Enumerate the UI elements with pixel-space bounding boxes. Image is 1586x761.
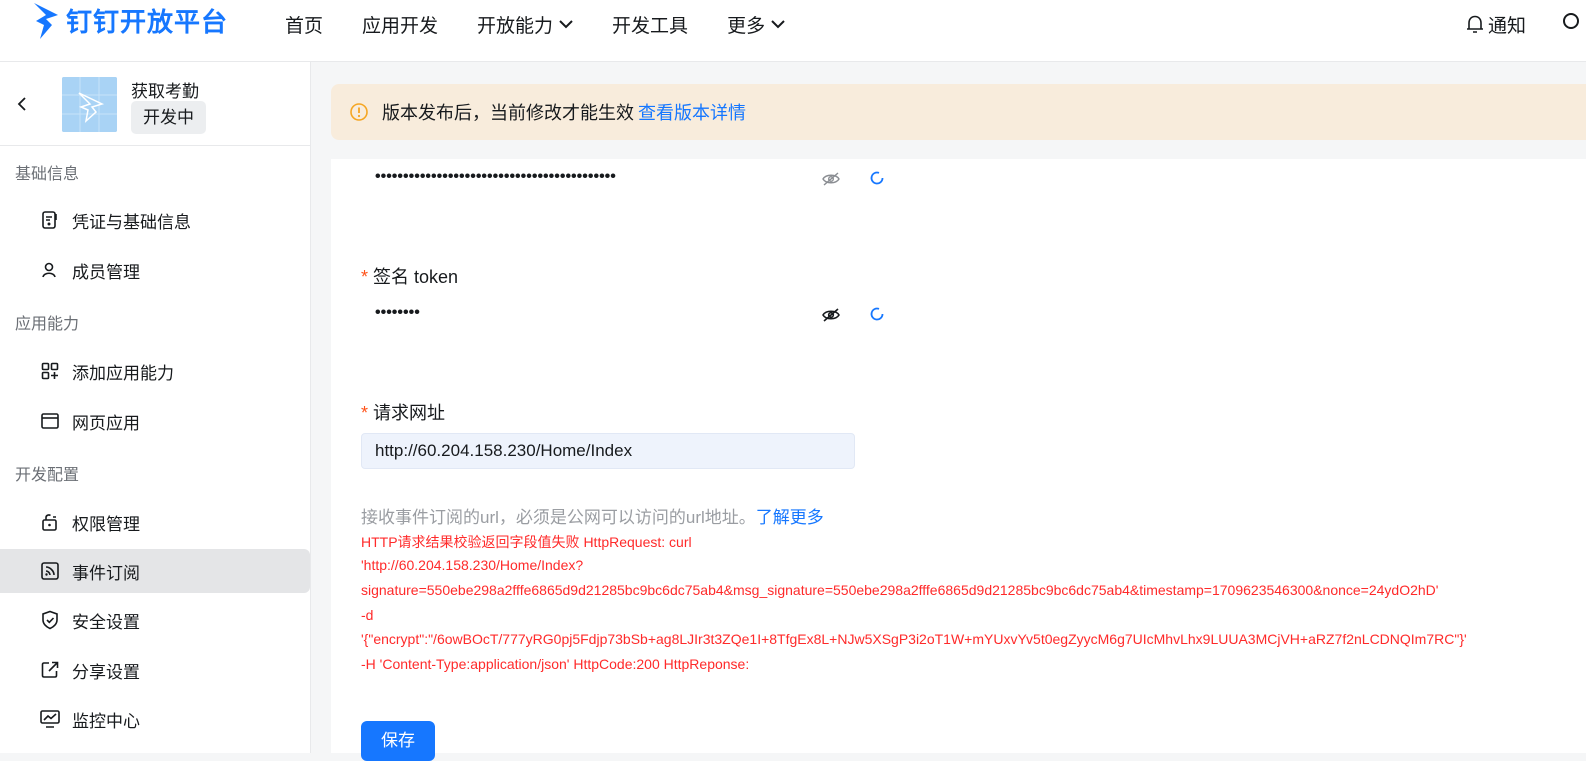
- section-dev-config: 开发配置: [15, 467, 80, 484]
- sidebar-item-web-app[interactable]: 网页应用: [0, 399, 310, 443]
- logo-text: 钉钉开放平台: [66, 6, 229, 37]
- notify-label: 通知: [1488, 15, 1527, 37]
- refresh-icon[interactable]: [869, 170, 885, 191]
- sidebar-item-monitor[interactable]: 监控中心: [0, 697, 310, 741]
- error-line: -H 'Content-Type:application/json' HttpC…: [361, 656, 750, 672]
- version-notice-banner: 版本发布后，当前修改才能生效 查看版本详情: [331, 84, 1586, 140]
- save-button[interactable]: 保存: [361, 721, 435, 761]
- aes-key-masked-value: ••••••••••••••••••••••••••••••••••••••••…: [375, 168, 616, 185]
- error-line: '{"encrypt":"/6owBOcT/777yRG0pj5Fdjp73bS…: [361, 631, 1467, 647]
- eye-hidden-icon[interactable]: [822, 171, 840, 192]
- sidebar-item-add-capability[interactable]: 添加应用能力: [0, 349, 310, 393]
- top-navigation: 钉钉开放平台 首页 应用开发 开放能力 开发工具 更多 通知: [0, 0, 1586, 62]
- back-chevron-icon[interactable]: [16, 96, 28, 117]
- token-field-label: * 签名 token: [361, 263, 458, 289]
- app-name: 获取考勤: [131, 82, 199, 101]
- help-text: 接收事件订阅的url，必须是公网可以访问的url地址。: [361, 508, 756, 527]
- app-status-badge: 开发中: [131, 101, 206, 134]
- info-circle-icon: [350, 103, 368, 121]
- nav-home[interactable]: 首页: [285, 10, 323, 38]
- sidebar-item-security[interactable]: 安全设置: [0, 598, 310, 642]
- sidebar-item-members[interactable]: 成员管理: [0, 248, 310, 292]
- required-asterisk: *: [361, 267, 369, 287]
- nav-home-label: 首页: [285, 15, 324, 37]
- shield-icon: [40, 610, 60, 630]
- event-subscription-form: ••••••••••••••••••••••••••••••••••••••••…: [331, 159, 1586, 761]
- main-content: 版本发布后，当前修改才能生效 查看版本详情 ••••••••••••••••••…: [311, 62, 1586, 761]
- main-nav: 首页 应用开发 开放能力 开发工具 更多: [285, 10, 824, 38]
- sidebar-item-label: 凭证与基础信息: [72, 212, 191, 232]
- nav-app-dev-label: 应用开发: [362, 15, 439, 37]
- sidebar-item-event-subscription[interactable]: 事件订阅: [0, 549, 310, 593]
- sidebar-item-permissions[interactable]: 权限管理: [0, 500, 310, 544]
- credential-icon: [40, 210, 60, 230]
- nav-dev-tools-label: 开发工具: [612, 15, 689, 37]
- nav-more-label: 更多: [727, 15, 766, 37]
- share-external-icon: [40, 660, 60, 680]
- section-basic-info: 基础信息: [15, 166, 80, 183]
- request-url-input[interactable]: http://60.204.158.230/Home/Index: [361, 433, 855, 469]
- sidebar-item-credentials[interactable]: 凭证与基础信息: [0, 198, 310, 242]
- nav-app-dev[interactable]: 应用开发: [362, 10, 438, 38]
- sidebar: 获取考勤 开发中 基础信息 凭证与基础信息 成员管理 应用能力 添加应用能力 网…: [0, 62, 311, 753]
- rss-icon: [40, 561, 60, 581]
- dingtalk-logo[interactable]: 钉钉开放平台: [32, 0, 228, 40]
- sidebar-item-label: 监控中心: [72, 711, 140, 731]
- nav-open-capability[interactable]: 开放能力: [477, 10, 573, 38]
- refresh-icon[interactable]: [869, 306, 885, 327]
- chevron-down-icon: [771, 20, 785, 29]
- nav-more[interactable]: 更多: [727, 10, 785, 38]
- token-label-text: 签名 token: [373, 267, 459, 287]
- chevron-down-icon: [559, 20, 573, 29]
- grid-plus-icon: [40, 361, 60, 381]
- lock-icon: [40, 512, 60, 532]
- learn-more-link[interactable]: 了解更多: [756, 508, 824, 527]
- notification-button[interactable]: 通知: [1466, 10, 1526, 38]
- banner-text: 版本发布后，当前修改才能生效: [382, 103, 634, 123]
- error-line: HTTP请求结果校验返回字段值失败 HttpRequest: curl: [361, 534, 692, 550]
- nav-dev-tools[interactable]: 开发工具: [612, 10, 688, 38]
- user-icon: [40, 260, 60, 280]
- sidebar-item-label: 网页应用: [72, 413, 140, 433]
- monitor-chart-icon: [40, 709, 60, 729]
- sidebar-item-label: 分享设置: [72, 662, 140, 682]
- sidebar-item-label: 添加应用能力: [72, 363, 174, 383]
- required-asterisk: *: [361, 403, 369, 423]
- sidebar-item-label: 权限管理: [72, 514, 140, 534]
- url-label-text: 请求网址: [373, 403, 446, 423]
- url-field-label: * 请求网址: [361, 399, 445, 425]
- sidebar-item-label: 成员管理: [72, 262, 140, 282]
- view-version-details-link[interactable]: 查看版本详情: [638, 99, 746, 125]
- eye-hidden-icon[interactable]: [822, 307, 840, 328]
- url-help-text: 接收事件订阅的url，必须是公网可以访问的url地址。了解更多: [361, 503, 824, 528]
- error-line: signature=550ebe298a2fffe6865d9d21285bc9…: [361, 582, 1439, 598]
- dingtalk-bird-icon: [34, 3, 58, 39]
- section-app-capability: 应用能力: [15, 316, 80, 333]
- browser-window-icon: [40, 411, 60, 431]
- bell-icon: [1467, 15, 1483, 33]
- token-masked-value: ••••••••: [375, 304, 420, 321]
- app-header: 获取考勤 开发中: [0, 62, 310, 146]
- search-icon[interactable]: [1560, 12, 1586, 39]
- sidebar-item-share[interactable]: 分享设置: [0, 648, 310, 692]
- app-avatar: [62, 77, 117, 132]
- nav-open-capability-label: 开放能力: [477, 15, 554, 37]
- sidebar-item-label: 事件订阅: [72, 563, 140, 583]
- sidebar-item-label: 安全设置: [72, 612, 140, 632]
- error-line: 'http://60.204.158.230/Home/Index?: [361, 557, 584, 573]
- error-line: -d: [361, 607, 374, 623]
